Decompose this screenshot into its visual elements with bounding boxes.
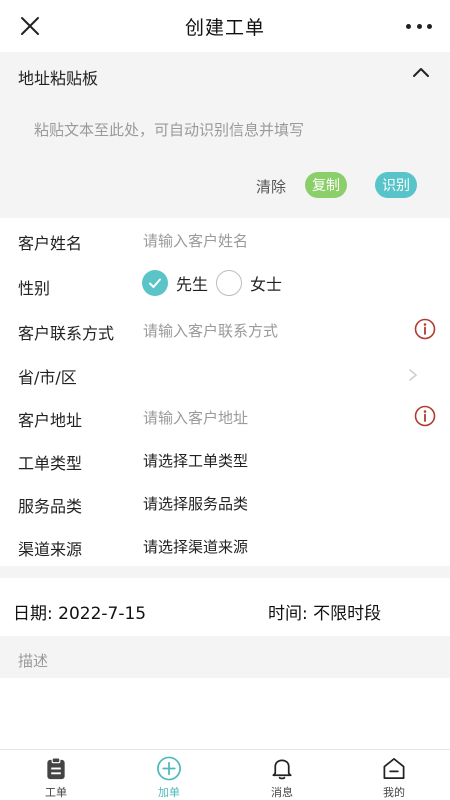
radio-checked — [142, 270, 168, 296]
service-category-row[interactable]: 服务品类 请选择服务品类 — [0, 481, 450, 525]
address-label: 客户地址 — [18, 411, 83, 430]
top-bar: 创建工单 — [0, 0, 450, 52]
info-icon — [414, 318, 436, 340]
clipboard-input[interactable]: 粘贴文本至此处，可自动识别信息并填写 — [34, 119, 304, 140]
chevron-right-icon — [408, 367, 418, 381]
channel-row[interactable]: 渠道来源 请选择渠道来源 — [0, 524, 450, 568]
service-category-label: 服务品类 — [18, 497, 83, 516]
time-picker[interactable]: 时间: 不限时段 — [268, 599, 381, 624]
page-title: 创建工单 — [184, 16, 265, 39]
more-icon-dot — [406, 23, 411, 29]
bell-icon — [272, 759, 292, 780]
tab-label: 我的 — [383, 786, 405, 799]
clipboard-title: 地址粘贴板 — [18, 69, 99, 88]
address-clipboard: 地址粘贴板 粘贴文本至此处，可自动识别信息并填写 清除 复制 识别 — [0, 52, 450, 218]
clear-button[interactable]: 清除 — [256, 176, 286, 197]
order-type-label: 工单类型 — [18, 454, 83, 473]
tab-mine[interactable]: 我的 — [364, 756, 424, 800]
contact-row: 客户联系方式 请输入客户联系方式 — [0, 308, 450, 352]
tab-label: 消息 — [271, 786, 293, 799]
service-category-select[interactable]: 请选择服务品类 — [143, 493, 248, 514]
close-button[interactable] — [18, 14, 42, 38]
order-type-row[interactable]: 工单类型 请选择工单类型 — [0, 438, 450, 482]
more-button[interactable] — [406, 16, 432, 36]
gender-row: 性别 先生 女士 — [0, 263, 450, 307]
copy-button[interactable]: 复制 — [305, 172, 347, 198]
customer-name-input[interactable]: 请输入客户姓名 — [143, 230, 248, 251]
gender-option-label: 先生 — [176, 275, 209, 294]
tab-label: 加单 — [158, 786, 180, 799]
date-picker[interactable]: 日期: 2022-7-15 — [13, 599, 146, 624]
gender-option-label: 女士 — [250, 275, 283, 294]
region-row[interactable]: 省/市/区 — [0, 352, 450, 396]
gender-option-ms[interactable]: 女士 — [216, 270, 282, 296]
customer-name-row: 客户姓名 请输入客户姓名 — [0, 218, 450, 262]
address-info-button[interactable] — [414, 405, 436, 427]
radio-unchecked — [216, 270, 242, 296]
tab-work-orders[interactable]: 工单 — [26, 756, 86, 800]
info-icon — [414, 405, 436, 427]
schedule-row: 日期: 2022-7-15 时间: 不限时段 — [0, 578, 450, 636]
section-divider — [0, 566, 450, 578]
description-header: 描述 — [0, 636, 450, 678]
home-icon — [383, 758, 405, 779]
recognize-button[interactable]: 识别 — [375, 172, 417, 198]
customer-name-label: 客户姓名 — [18, 234, 83, 253]
close-icon — [21, 17, 39, 35]
order-type-select[interactable]: 请选择工单类型 — [143, 450, 248, 471]
address-input[interactable]: 请输入客户地址 — [143, 407, 248, 428]
more-icon-dot — [416, 23, 422, 29]
tab-label: 工单 — [45, 786, 67, 799]
gender-option-mr[interactable]: 先生 — [142, 270, 208, 296]
description-input[interactable]: 描述 — [18, 650, 48, 671]
contact-input[interactable]: 请输入客户联系方式 — [143, 320, 278, 341]
channel-select[interactable]: 请选择渠道来源 — [143, 536, 248, 557]
region-label: 省/市/区 — [18, 368, 77, 387]
plus-circle-icon — [157, 756, 181, 781]
collapse-button[interactable] — [412, 64, 430, 78]
bottom-tab-bar: 工单 加单 消息 我的 — [0, 749, 450, 800]
check-icon — [149, 278, 161, 288]
tab-messages[interactable]: 消息 — [252, 756, 312, 800]
contact-info-button[interactable] — [414, 318, 436, 340]
address-row: 客户地址 请输入客户地址 — [0, 395, 450, 439]
tab-add-order[interactable]: 加单 — [139, 756, 199, 800]
more-icon-dot — [427, 23, 432, 29]
clipboard-icon — [47, 757, 65, 780]
gender-label: 性别 — [18, 279, 51, 298]
channel-label: 渠道来源 — [18, 540, 83, 559]
chevron-up-icon — [413, 68, 429, 77]
contact-label: 客户联系方式 — [18, 324, 115, 343]
